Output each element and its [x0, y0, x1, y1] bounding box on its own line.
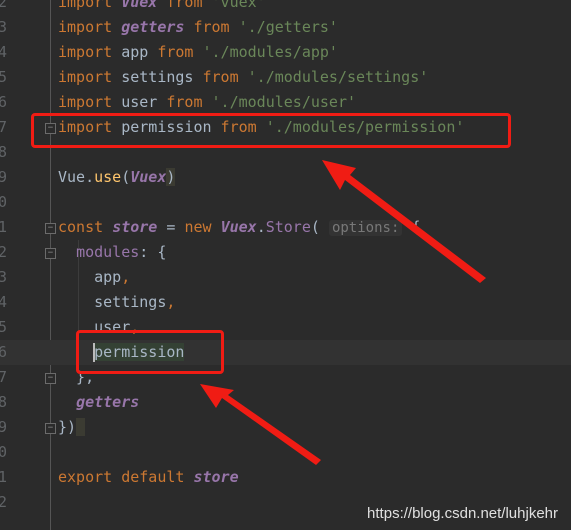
annotation-arrows: [200, 160, 486, 465]
arrow-icon: [322, 160, 486, 283]
watermark: https://blog.csdn.net/luhjkehr: [367, 505, 558, 522]
arrow-icon: [200, 384, 321, 465]
